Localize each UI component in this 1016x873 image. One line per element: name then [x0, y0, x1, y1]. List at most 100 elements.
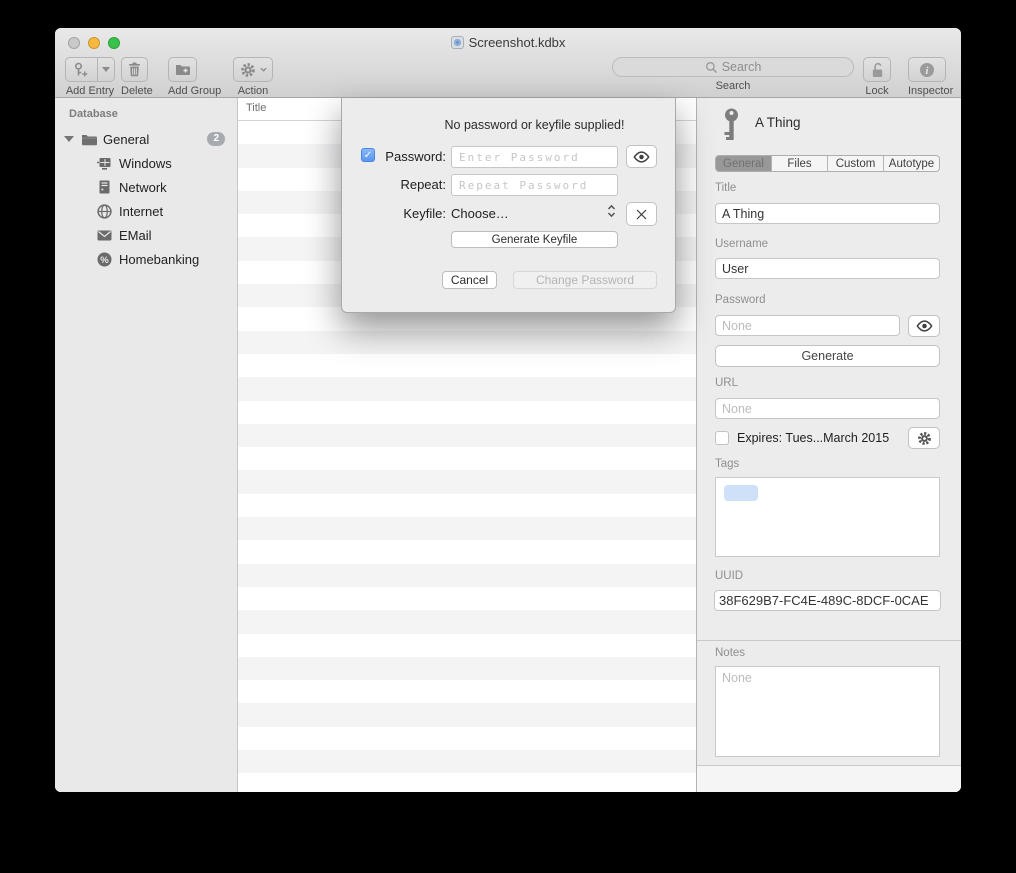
table-row — [238, 727, 696, 750]
sidebar-item-label: Windows — [119, 156, 172, 171]
sidebar-group-general[interactable]: General 2 — [55, 127, 237, 151]
uuid-field[interactable] — [714, 590, 941, 611]
tag-token[interactable] — [724, 485, 758, 501]
table-row — [238, 634, 696, 657]
table-row — [238, 354, 696, 377]
username-field-label: Username — [715, 238, 768, 250]
enter-password-input[interactable] — [451, 146, 618, 168]
section-divider — [697, 640, 961, 641]
generate-keyfile-label: Generate Keyfile — [492, 234, 578, 246]
sidebar-item-email[interactable]: EMail — [55, 223, 237, 247]
table-row — [238, 517, 696, 540]
key-plus-icon — [66, 58, 97, 81]
add-group-button[interactable] — [168, 57, 197, 82]
url-field[interactable] — [715, 398, 940, 419]
table-row — [238, 470, 696, 493]
username-field[interactable] — [715, 258, 940, 279]
lock-button[interactable] — [863, 57, 891, 82]
tab-autotype[interactable]: Autotype — [883, 156, 939, 171]
search-input[interactable]: Search — [612, 57, 854, 77]
tags-label: Tags — [715, 458, 739, 470]
inspector-tabs: General Files Custom Autotype — [715, 155, 940, 172]
key-icon — [723, 108, 740, 143]
inspector-panel: A Thing General Files Custom Autotype Ti… — [696, 98, 961, 792]
tab-custom[interactable]: Custom — [827, 156, 883, 171]
table-row — [238, 680, 696, 703]
cancel-label: Cancel — [451, 273, 488, 287]
toolbar-delete: Delete — [121, 57, 148, 97]
app-window: Screenshot.kdbx Add Entry Delete — [55, 28, 961, 792]
table-row — [238, 703, 696, 726]
generate-password-button[interactable]: Generate — [715, 345, 940, 367]
svg-text:i: i — [926, 66, 929, 77]
eye-icon — [915, 320, 934, 332]
change-password-label: Change Password — [536, 273, 634, 287]
keyfile-popup[interactable]: Choose… — [451, 206, 509, 221]
table-row — [238, 494, 696, 517]
table-row — [238, 750, 696, 773]
sidebar-item-label: Internet — [119, 204, 163, 219]
table-row — [238, 773, 696, 792]
column-header-title[interactable]: Title — [246, 102, 266, 114]
generate-label: Generate — [801, 349, 853, 363]
sidebar-item-label: Network — [119, 180, 167, 195]
folder-icon — [80, 133, 97, 146]
table-row — [238, 610, 696, 633]
trash-icon — [128, 62, 141, 77]
generate-keyfile-button[interactable]: Generate Keyfile — [451, 231, 618, 248]
delete-button[interactable] — [121, 57, 148, 82]
tags-field[interactable] — [715, 477, 940, 557]
expires-checkbox[interactable] — [715, 431, 729, 445]
delete-label: Delete — [121, 85, 148, 97]
gear-icon — [917, 431, 932, 446]
sidebar-item-network[interactable]: Network — [55, 175, 237, 199]
reveal-sheet-password-button[interactable] — [626, 145, 657, 168]
titlebar: Screenshot.kdbx Add Entry Delete — [55, 28, 961, 98]
folder-plus-icon — [175, 63, 191, 76]
inspector-bottom-bar — [697, 766, 961, 792]
disclosure-triangle-icon[interactable] — [64, 136, 74, 142]
chevron-down-icon — [260, 67, 267, 72]
change-password-sheet: No password or keyfile supplied! ✓ Passw… — [341, 98, 676, 313]
search-label: Search — [612, 80, 854, 92]
sidebar-group-label: General — [103, 132, 149, 147]
search-placeholder: Search — [722, 60, 762, 74]
windows-icon — [96, 157, 113, 170]
table-row — [238, 540, 696, 563]
sidebar-item-label: EMail — [119, 228, 152, 243]
tab-general[interactable]: General — [716, 156, 771, 171]
popup-stepper-icon[interactable] — [606, 203, 617, 219]
toolbar-lock: Lock — [863, 57, 891, 97]
sidebar-item-windows[interactable]: Windows — [55, 151, 237, 175]
password-field[interactable] — [715, 315, 900, 336]
toolbar-add-entry: Add Entry — [65, 57, 115, 97]
table-row — [238, 377, 696, 400]
reveal-password-button[interactable] — [908, 315, 940, 337]
action-button[interactable] — [233, 57, 273, 82]
add-entry-label: Add Entry — [65, 85, 115, 97]
sidebar-item-internet[interactable]: Internet — [55, 199, 237, 223]
title-field[interactable] — [715, 203, 940, 224]
notes-field[interactable] — [715, 666, 940, 757]
notes-label: Notes — [715, 647, 745, 659]
svg-text:%: % — [100, 254, 109, 265]
repeat-password-input[interactable] — [451, 174, 618, 196]
add-entry-button[interactable] — [65, 57, 115, 82]
cancel-button[interactable]: Cancel — [442, 271, 497, 289]
entry-title: A Thing — [755, 115, 801, 130]
uuid-label: UUID — [715, 570, 743, 582]
sidebar-section-header: Database — [69, 108, 118, 120]
table-row — [238, 401, 696, 424]
tab-files[interactable]: Files — [771, 156, 827, 171]
expires-settings-button[interactable] — [908, 427, 940, 449]
sidebar-item-homebanking[interactable]: % Homebanking — [55, 247, 237, 271]
table-row — [238, 657, 696, 680]
group-count-badge: 2 — [207, 132, 225, 146]
add-entry-dropdown-arrow-icon[interactable] — [98, 58, 114, 81]
toolbar-inspector: i Inspector — [908, 57, 946, 97]
network-icon — [96, 180, 113, 194]
clear-keyfile-button[interactable] — [626, 202, 657, 226]
inspector-button[interactable]: i — [908, 57, 946, 82]
change-password-button[interactable]: Change Password — [513, 271, 657, 289]
document-proxy-icon — [451, 36, 464, 49]
